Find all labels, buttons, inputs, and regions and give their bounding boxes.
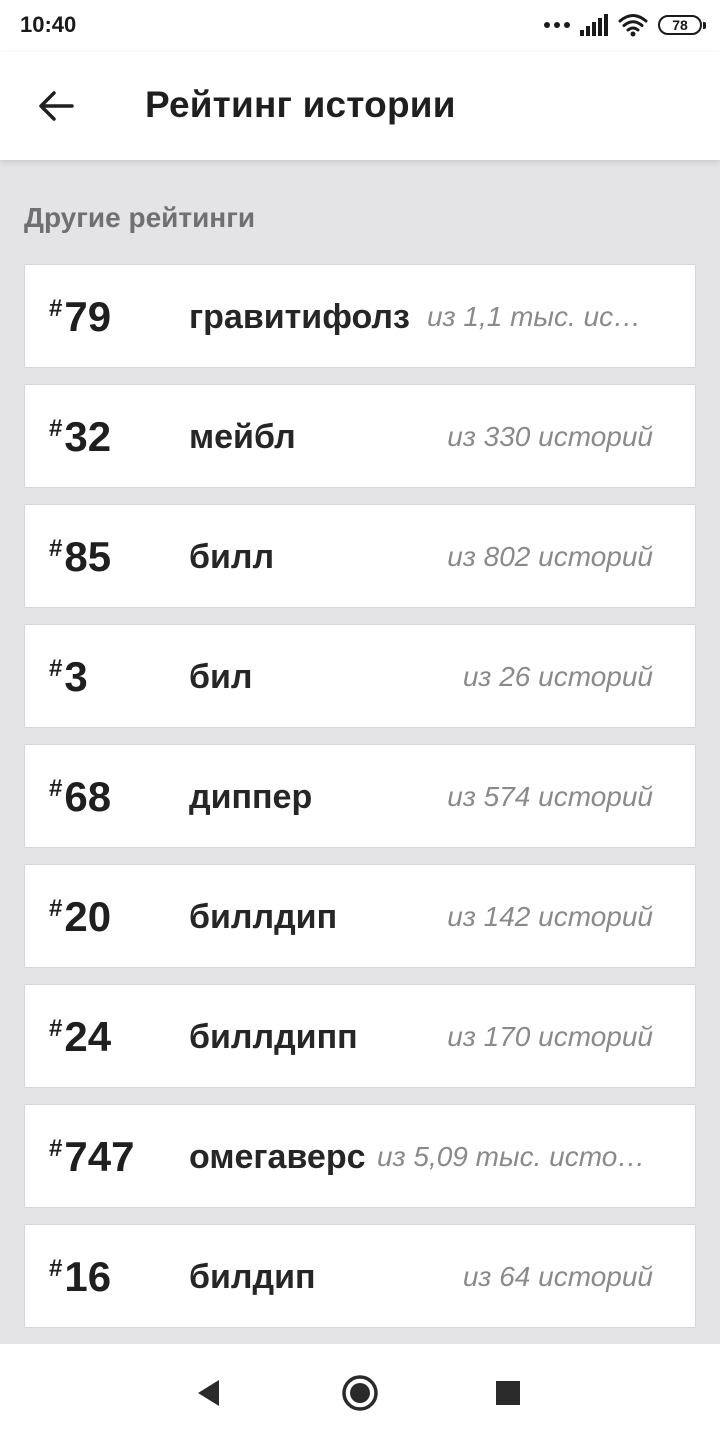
system-nav-bar	[0, 1344, 720, 1440]
ranking-card[interactable]: # 747 омегаверс из 5,09 тыс. истор...	[24, 1104, 696, 1208]
tag-name: билдип	[189, 1258, 316, 1296]
tag-name: гравитифолз	[189, 298, 410, 336]
ranking-card[interactable]: # 85 билл из 802 историй	[24, 504, 696, 608]
rank-number: 68	[64, 773, 112, 820]
tag-name: мейбл	[189, 418, 296, 456]
rank-number: 16	[64, 1253, 112, 1300]
nav-home-button[interactable]	[335, 1368, 385, 1418]
rank-hash: #	[49, 415, 63, 442]
rank-hash: #	[49, 535, 63, 562]
story-count: из 5,09 тыс. истор...	[377, 1141, 653, 1172]
story-count: из 1,1 тыс. ист...	[427, 301, 653, 332]
page-title: Рейтинг истории	[145, 84, 456, 125]
rank-hash: #	[49, 895, 63, 922]
rank-number: 747	[64, 1133, 135, 1180]
app-bar: Рейтинг истории	[0, 52, 720, 160]
nav-recents-button[interactable]	[483, 1368, 533, 1418]
ranking-card[interactable]: # 24 биллдипп из 170 историй	[24, 984, 696, 1088]
story-count: из 64 историй	[462, 1261, 653, 1292]
story-count: из 574 историй	[447, 781, 653, 812]
rankings-list: # 79 гравитифолз из 1,1 тыс. ист... # 32…	[24, 264, 696, 1344]
tag-name: бил	[189, 658, 253, 696]
story-count: из 26 историй	[462, 661, 653, 692]
wifi-icon	[618, 14, 648, 37]
battery-icon: 78	[658, 15, 706, 35]
tag-name: диппер	[189, 778, 313, 816]
rank-hash: #	[49, 1255, 63, 1282]
tag-name: биллдип	[189, 898, 338, 936]
signal-icon	[580, 14, 608, 36]
rank: # 3	[49, 625, 88, 729]
tag-name: биллдипп	[189, 1018, 358, 1056]
arrow-left-icon	[39, 91, 74, 121]
back-button[interactable]	[26, 76, 86, 136]
rank-number: 24	[64, 1013, 112, 1060]
rank-hash: #	[49, 1015, 63, 1042]
nav-back-button[interactable]	[183, 1368, 233, 1418]
rank-hash: #	[49, 1135, 63, 1162]
square-recents-icon	[496, 1381, 520, 1405]
rank: # 32	[49, 385, 111, 489]
more-dots-icon	[544, 22, 570, 28]
story-count: из 142 историй	[447, 901, 653, 932]
circle-home-icon	[342, 1375, 378, 1411]
rank: # 747	[49, 1105, 134, 1209]
rank-number: 20	[64, 893, 112, 940]
ranking-card[interactable]: # 20 биллдип из 142 историй	[24, 864, 696, 968]
rank-hash: #	[49, 655, 63, 682]
tag-name: омегаверс	[189, 1138, 366, 1176]
status-time: 10:40	[20, 12, 77, 37]
rank-number: 32	[64, 413, 112, 460]
status-icons: 78	[544, 10, 706, 40]
story-count: из 802 историй	[447, 541, 653, 572]
section-title: Другие рейтинги	[24, 202, 256, 233]
rank-hash: #	[49, 775, 63, 802]
story-count: из 330 историй	[447, 421, 653, 452]
story-count: из 170 историй	[447, 1021, 653, 1052]
ranking-card[interactable]: # 32 мейбл из 330 историй	[24, 384, 696, 488]
triangle-back-icon	[198, 1380, 219, 1406]
rank: # 68	[49, 745, 111, 849]
rank: # 79	[49, 265, 111, 369]
rank: # 85	[49, 505, 111, 609]
ranking-card[interactable]: # 3 бил из 26 историй	[24, 624, 696, 728]
rank: # 16	[49, 1225, 111, 1329]
ranking-card[interactable]: # 68 диппер из 574 историй	[24, 744, 696, 848]
rank-number: 85	[64, 533, 112, 580]
rank: # 24	[49, 985, 111, 1089]
ranking-card[interactable]: # 16 билдип из 64 историй	[24, 1224, 696, 1328]
rank-number: 79	[64, 293, 112, 340]
ranking-card[interactable]: # 79 гравитифолз из 1,1 тыс. ист...	[24, 264, 696, 368]
tag-name: билл	[189, 538, 275, 576]
rank-hash: #	[49, 295, 63, 322]
rank: # 20	[49, 865, 111, 969]
rank-number: 3	[64, 653, 88, 700]
status-bar: 10:40 78	[0, 0, 720, 52]
